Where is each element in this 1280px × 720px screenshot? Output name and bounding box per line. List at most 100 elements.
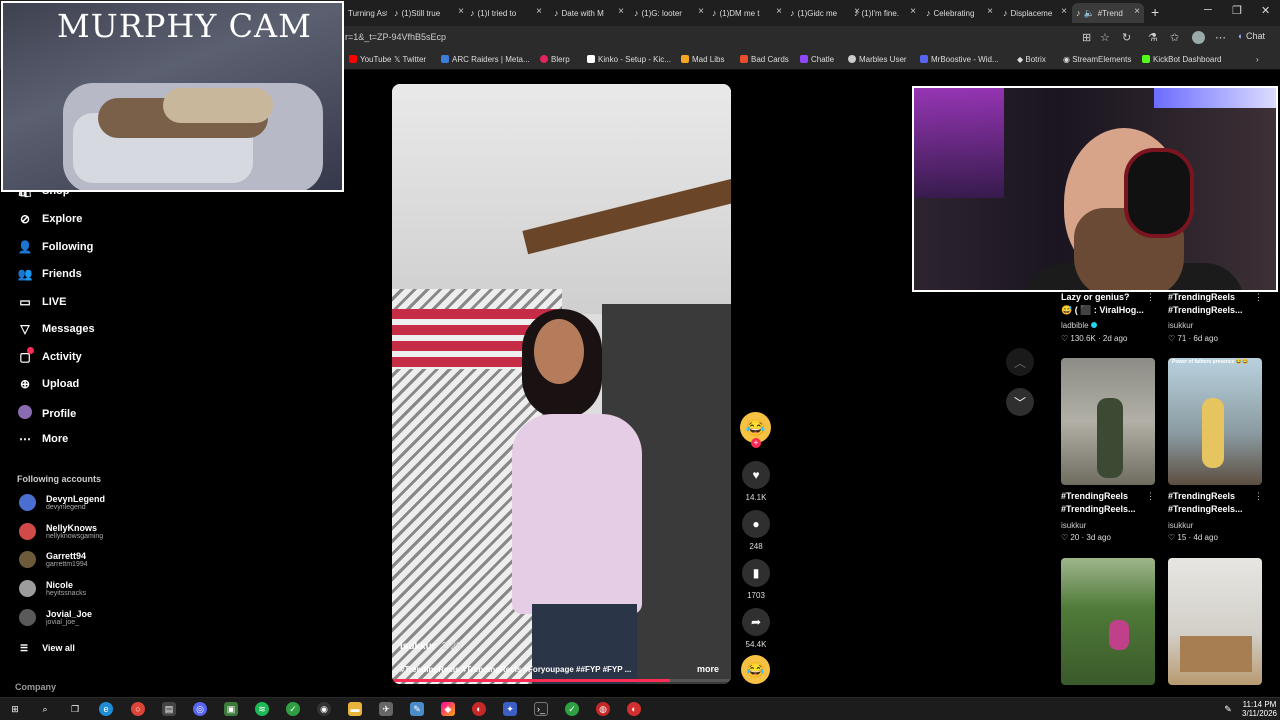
close-icon[interactable]: × bbox=[1134, 6, 1140, 17]
browser-tab[interactable]: ♪ Celebrating × bbox=[922, 3, 997, 23]
favorites-icon[interactable]: ✩ bbox=[1170, 31, 1179, 44]
more-options-icon[interactable]: ⋮ bbox=[1254, 292, 1263, 303]
app-icon[interactable]: ▤ bbox=[162, 702, 176, 716]
more-options-icon[interactable]: ⋮ bbox=[1254, 491, 1263, 502]
edge-icon[interactable]: e bbox=[99, 702, 113, 716]
bookmark-bad-cards[interactable]: Bad Cards bbox=[740, 55, 789, 64]
app-icon[interactable]: ▣ bbox=[224, 702, 238, 716]
recommended-author[interactable]: isukkur bbox=[1168, 521, 1193, 530]
windows-start-icon[interactable]: ⊞ bbox=[8, 702, 22, 716]
pen-icon[interactable]: ✎ bbox=[1221, 702, 1235, 716]
browser-tab[interactable]: ♪ (1)G: looter × bbox=[630, 3, 708, 23]
bookmark-mrboostive[interactable]: MrBoostive - Wid... bbox=[920, 55, 999, 64]
sidebar-item-activity[interactable]: ▢ Activity bbox=[17, 347, 82, 364]
bookmark-botrix[interactable]: ◆ Botrix bbox=[1017, 55, 1046, 64]
profile-avatar[interactable] bbox=[1192, 31, 1205, 44]
bookmark-marbles[interactable]: Marbles User bbox=[848, 55, 907, 64]
previous-video-icon[interactable]: ︿ bbox=[1006, 348, 1034, 376]
app-icon[interactable]: ✓ bbox=[565, 702, 579, 716]
close-icon[interactable]: × bbox=[536, 6, 542, 17]
speaker-icon[interactable]: 🔈 bbox=[1084, 8, 1095, 19]
bookmark-kickbot[interactable]: KickBot Dashboard bbox=[1142, 55, 1221, 64]
bookmarks-overflow-icon[interactable]: › bbox=[1256, 55, 1259, 64]
following-account[interactable]: Jovial_Joe jovial_joe_ bbox=[19, 609, 92, 626]
browser-tab[interactable]: ♪ (1)I tried to × bbox=[466, 3, 546, 23]
spotify-icon[interactable]: ≋ bbox=[255, 702, 269, 716]
file-explorer-icon[interactable]: ▬ bbox=[348, 702, 362, 716]
app-icon[interactable]: ✦ bbox=[503, 702, 517, 716]
more-options-icon[interactable]: ⋮ bbox=[1146, 292, 1155, 303]
obs-icon[interactable]: ◉ bbox=[317, 702, 331, 716]
like-action[interactable]: ♥ 14.1K bbox=[741, 461, 771, 502]
music-disc-icon[interactable]: 😂 bbox=[741, 655, 770, 684]
video-player[interactable]: isukkur 2-28 #TrendingReels #TrendingReel… bbox=[392, 84, 731, 684]
bookmark-blerp[interactable]: Blerp bbox=[540, 55, 570, 64]
bookmark-streamelements[interactable]: ◉ StreamElements bbox=[1063, 55, 1131, 64]
browser-tab[interactable]: Turning Ast bbox=[344, 3, 387, 23]
bookmark-star-icon[interactable]: ☆ bbox=[1100, 31, 1110, 44]
url-field[interactable]: r=1&_t=ZP-94VfhB5sEcp bbox=[345, 32, 446, 42]
recommended-title[interactable]: #TrendingReels #TrendingReels... bbox=[1168, 291, 1243, 317]
chrome-icon[interactable]: ○ bbox=[131, 702, 145, 716]
menu-dots-icon[interactable]: ⋯ bbox=[1215, 31, 1226, 44]
install-app-icon[interactable]: ⊞ bbox=[1082, 31, 1091, 44]
video-author[interactable]: isukkur 2-28 bbox=[400, 641, 462, 652]
clock[interactable]: 11:14 PM 3/11/2026 bbox=[1242, 700, 1277, 718]
notepad-icon[interactable]: ✎ bbox=[410, 702, 424, 716]
browser-tab[interactable]: ♪ Displaceme × bbox=[999, 3, 1071, 23]
close-icon[interactable]: × bbox=[776, 6, 782, 17]
sidebar-item-live[interactable]: ▭ LIVE bbox=[17, 295, 66, 309]
share-action[interactable]: ➦ 54.4K bbox=[741, 608, 771, 649]
browser-tab-active[interactable]: ♪ 🔈 #Trend × bbox=[1072, 3, 1144, 23]
bookmark-kinko[interactable]: Kinko - Setup - Kic... bbox=[587, 55, 671, 64]
refresh-extension-icon[interactable]: ↻ bbox=[1122, 31, 1131, 44]
video-thumbnail[interactable] bbox=[1061, 558, 1155, 685]
bookmark-youtube[interactable]: YouTube bbox=[349, 55, 391, 64]
close-icon[interactable]: × bbox=[910, 6, 916, 17]
comment-action[interactable]: ● 248 bbox=[741, 510, 771, 551]
copilot-chat-button[interactable]: ◐ Chat bbox=[1238, 31, 1265, 41]
video-thumbnail[interactable]: Power of fathers presence 😂😂 bbox=[1168, 358, 1262, 485]
comment-icon[interactable]: ● bbox=[742, 510, 770, 538]
bookmark-chatle[interactable]: Chatle bbox=[800, 55, 834, 64]
video-thumbnail[interactable] bbox=[1061, 358, 1155, 485]
video-thumbnail[interactable] bbox=[1168, 558, 1262, 685]
sidebar-item-friends[interactable]: 👥 Friends bbox=[17, 267, 82, 281]
task-view-icon[interactable]: ❐ bbox=[68, 702, 82, 716]
recommended-author[interactable]: isukkur bbox=[1168, 321, 1193, 330]
close-icon[interactable]: × bbox=[698, 6, 704, 17]
sidebar-item-more[interactable]: ⋯ More bbox=[17, 432, 68, 446]
sidebar-item-messages[interactable]: ▽ Messages bbox=[17, 322, 94, 336]
save-action[interactable]: ▮ 1703 bbox=[741, 559, 771, 600]
app-icon[interactable]: ◍ bbox=[596, 702, 610, 716]
following-account[interactable]: Garrett94 garrettm1994 bbox=[19, 551, 88, 568]
recommended-title[interactable]: #TrendingReels #TrendingReels... bbox=[1061, 490, 1136, 516]
app-icon[interactable]: ✈ bbox=[379, 702, 393, 716]
bookmark-icon[interactable]: ▮ bbox=[742, 559, 770, 587]
app-icon[interactable]: ✓ bbox=[286, 702, 300, 716]
more-options-icon[interactable]: ⋮ bbox=[1146, 491, 1155, 502]
share-icon[interactable]: ➦ bbox=[742, 608, 770, 636]
new-tab-icon[interactable]: + bbox=[1151, 4, 1159, 20]
sidebar-item-upload[interactable]: ⊕ Upload bbox=[17, 377, 79, 391]
close-icon[interactable]: × bbox=[458, 6, 464, 17]
extensions-icon[interactable]: ⚗ bbox=[1148, 31, 1158, 44]
window-close-icon[interactable]: ✕ bbox=[1261, 4, 1270, 17]
browser-tab[interactable]: ♪ (1)I'm fine. × bbox=[850, 3, 920, 23]
following-account[interactable]: Nicole heyitssnacks bbox=[19, 580, 86, 597]
browser-tab[interactable]: ♪ Date with M × bbox=[550, 3, 628, 23]
app-icon[interactable]: ◐ bbox=[627, 702, 641, 716]
app-icon[interactable]: ◆ bbox=[441, 702, 455, 716]
bookmark-mad-libs[interactable]: Mad Libs bbox=[681, 55, 724, 64]
following-account[interactable]: NellyKnows nellyknowsgaming bbox=[19, 523, 103, 540]
discord-icon[interactable]: ◎ bbox=[193, 702, 207, 716]
browser-tab[interactable]: ♪ (1)DM me t × bbox=[708, 3, 786, 23]
next-video-icon[interactable]: ﹀ bbox=[1006, 388, 1034, 416]
recommended-author[interactable]: ladbible bbox=[1061, 321, 1097, 330]
terminal-icon[interactable]: ›_ bbox=[534, 702, 548, 716]
recommended-title[interactable]: #TrendingReels #TrendingReels... bbox=[1168, 490, 1243, 516]
maximize-icon[interactable]: ❐ bbox=[1232, 4, 1242, 17]
sidebar-item-profile[interactable]: Profile bbox=[17, 405, 76, 422]
bookmark-twitter[interactable]: 𝕏 Twitter bbox=[394, 55, 426, 64]
close-icon[interactable]: × bbox=[987, 6, 993, 17]
